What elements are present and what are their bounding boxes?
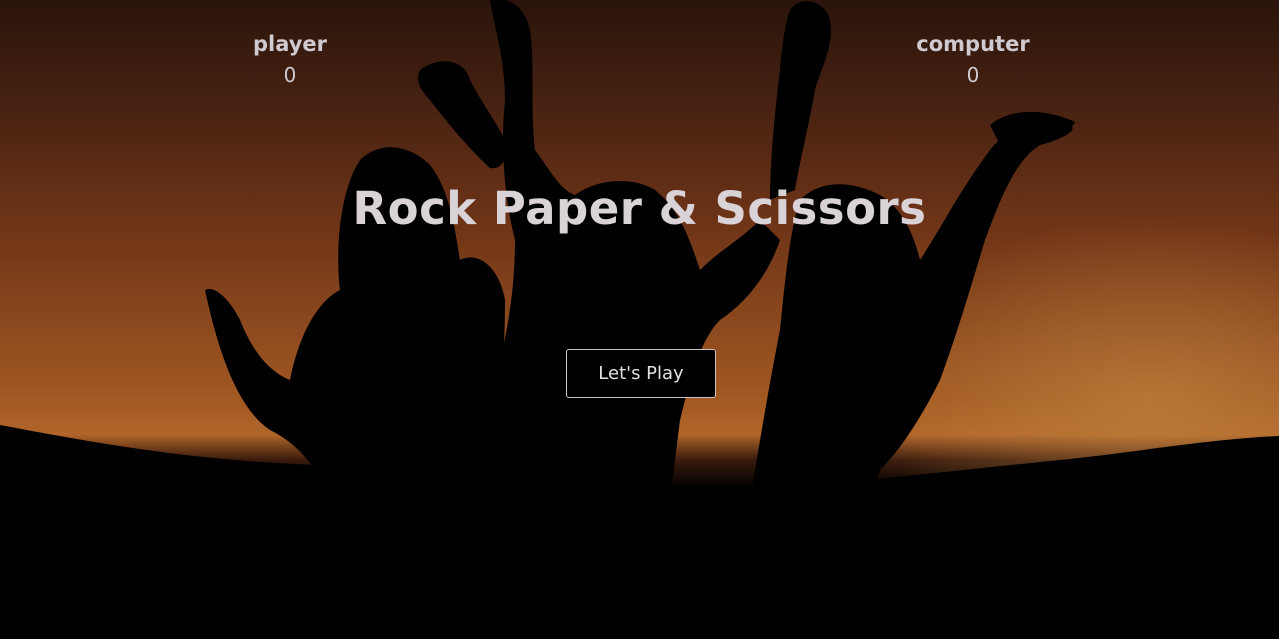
game-title: Rock Paper & Scissors	[352, 182, 927, 235]
game-start-screen: player 0 computer 0 Rock Paper & Scissor…	[0, 0, 1279, 639]
computer-score: computer 0	[873, 30, 1073, 88]
computer-score-label: computer	[916, 32, 1030, 56]
player-score-value: 0	[283, 63, 297, 87]
player-score-label: player	[252, 32, 328, 56]
lets-play-button[interactable]: Let's Play	[566, 349, 716, 398]
computer-score-value: 0	[966, 63, 980, 87]
player-score: player 0	[190, 30, 390, 88]
silhouette-background-image	[0, 0, 1279, 639]
